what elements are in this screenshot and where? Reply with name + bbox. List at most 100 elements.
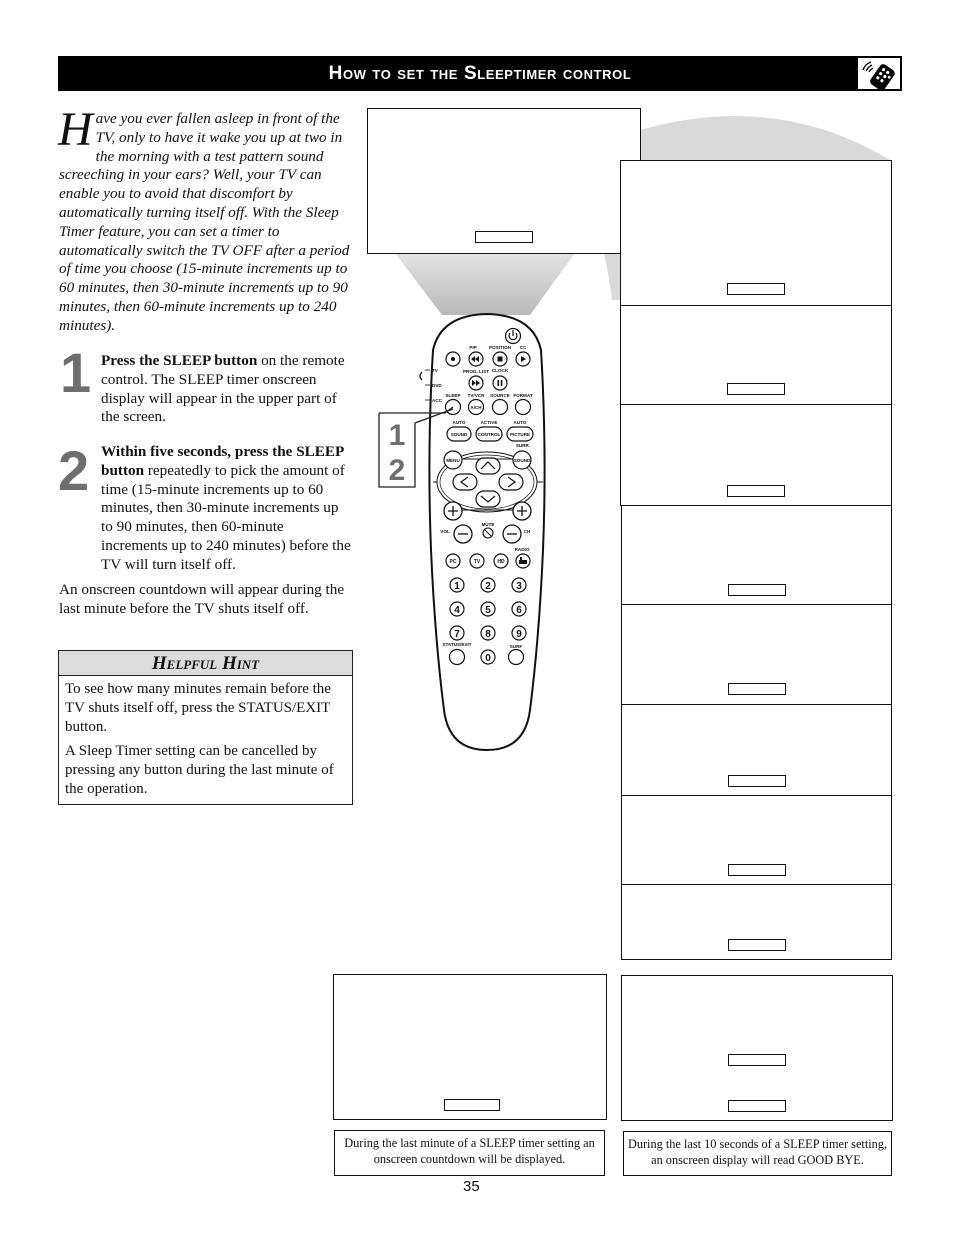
record-button[interactable]: [445, 351, 461, 367]
digit-9-button[interactable]: 9: [511, 625, 527, 641]
surround-sound-button[interactable]: SOUND: [512, 450, 532, 470]
cc-label: CC: [520, 345, 527, 350]
drop-cap: H: [58, 103, 93, 156]
page-number: 35: [463, 1178, 480, 1195]
digit-7-button[interactable]: 7: [449, 625, 465, 641]
step-1-bold: Press the SLEEP button: [101, 352, 258, 369]
format-label: FORMAT: [513, 393, 532, 398]
onscreen-display-box: [728, 1100, 786, 1112]
intro-paragraph: Have you ever fallen asleep in front of …: [58, 103, 351, 336]
svg-text:8: 8: [485, 629, 491, 640]
mute-button[interactable]: [482, 527, 494, 539]
svg-text:5: 5: [485, 605, 491, 616]
svg-text:PC: PC: [450, 559, 457, 565]
channel-up-button[interactable]: [512, 501, 532, 521]
status-exit-button[interactable]: [448, 648, 466, 666]
digit-2-button[interactable]: 2: [480, 577, 496, 593]
step-number-2: 2: [58, 439, 90, 502]
onscreen-display-box: [727, 485, 785, 497]
digit-0-button[interactable]: 0: [480, 649, 496, 665]
tv-screen-step: [620, 404, 892, 506]
onscreen-display-box: [727, 383, 785, 395]
radio-button[interactable]: [515, 553, 531, 569]
svg-text:PICTURE: PICTURE: [510, 432, 530, 437]
cursor-right-button[interactable]: [498, 473, 524, 491]
tv-screen-goodbye: [621, 975, 893, 1121]
svg-text:TV: TV: [474, 559, 481, 565]
stop-button[interactable]: [492, 351, 508, 367]
step-1-text: Press the SLEEP button on the remote con…: [101, 352, 351, 427]
svg-text:HD: HD: [497, 559, 505, 565]
onscreen-display-box: [727, 683, 786, 695]
surr-label: SURR.: [516, 443, 530, 448]
auto-picture-button[interactable]: PICTURE: [506, 426, 534, 442]
rewind-button[interactable]: [468, 351, 484, 367]
tv-screen-step: [621, 505, 892, 605]
svg-text:3: 3: [516, 581, 522, 592]
cursor-down-button[interactable]: [475, 490, 501, 508]
format-button[interactable]: [514, 398, 532, 416]
cursor-up-button[interactable]: [475, 457, 501, 475]
callout-step-1: 1: [389, 419, 406, 452]
onscreen-display-box: [727, 939, 786, 951]
digit-3-button[interactable]: 3: [511, 577, 527, 593]
callout-step-2: 2: [389, 454, 406, 487]
onscreen-display-box: [475, 231, 533, 243]
countdown-note: An onscreen countdown will appear during…: [59, 581, 345, 617]
fast-forward-button[interactable]: [468, 375, 484, 391]
tv-screen-step: [621, 884, 892, 960]
radio-label: RADIO: [515, 547, 530, 552]
surf-button[interactable]: [507, 648, 525, 666]
svg-text:0: 0: [485, 653, 491, 664]
pip-label: PIP: [469, 345, 476, 350]
svg-text:9: 9: [516, 629, 522, 640]
clock-label: CLOCK: [492, 368, 509, 373]
tv-screen-sleep-display: [367, 108, 641, 254]
tv-screen-step: [621, 604, 892, 705]
a-ch-button[interactable]: A/CH: [467, 398, 485, 416]
channel-down-button[interactable]: [502, 524, 522, 544]
mute-label: MUTE: [481, 522, 494, 527]
remote-control: PIP POSITION CC TV DVD ACC PROG. LIST CL…: [419, 312, 546, 752]
onscreen-display-box: [727, 864, 786, 876]
digit-8-button[interactable]: 8: [480, 625, 496, 641]
source-label: SOURCE: [490, 393, 510, 398]
digit-5-button[interactable]: 5: [480, 601, 496, 617]
tv-screen-step: [620, 305, 892, 405]
status-exit-label: STATUS/EXIT: [442, 642, 471, 647]
volume-down-button[interactable]: [453, 524, 473, 544]
intro-text: ave you ever fallen asleep in front of t…: [59, 110, 350, 334]
svg-text:1: 1: [454, 581, 460, 592]
onscreen-display-box: [727, 584, 786, 596]
svg-text:A/CH: A/CH: [470, 405, 482, 410]
caption-goodbye: During the last 10 seconds of a SLEEP ti…: [623, 1131, 892, 1176]
digit-1-button[interactable]: 1: [449, 577, 465, 593]
auto-picture-label: AUTO: [514, 420, 527, 425]
pause-button[interactable]: [492, 375, 508, 391]
step-2-text: Within five seconds, press the SLEEP but…: [101, 443, 351, 575]
vol-label: VOL: [440, 529, 450, 534]
position-label: POSITION: [489, 345, 512, 350]
step-number-1: 1: [60, 341, 92, 404]
surf-label: SURF: [510, 644, 523, 649]
tv-button[interactable]: TV: [469, 553, 485, 569]
digit-6-button[interactable]: 6: [511, 601, 527, 617]
digit-4-button[interactable]: 4: [449, 601, 465, 617]
tv-vcr-label: TV/VCR: [468, 393, 486, 398]
caption-countdown: During the last minute of a SLEEP timer …: [334, 1130, 605, 1176]
ch-label: CH: [524, 529, 531, 534]
hint-paragraph: A Sleep Timer setting can be cancelled b…: [65, 743, 334, 797]
helpful-hint-box: Helpful Hint To see how many minutes rem…: [58, 650, 353, 805]
source-button[interactable]: [491, 398, 509, 416]
power-button[interactable]: [504, 327, 522, 345]
remote-control-icon: [858, 58, 900, 91]
volume-up-button[interactable]: [443, 501, 463, 521]
prog-list-label: PROG. LIST: [463, 369, 489, 374]
pc-button[interactable]: PC: [445, 553, 461, 569]
play-button[interactable]: [515, 351, 531, 367]
active-control-button[interactable]: CONTROL: [475, 426, 503, 442]
hint-paragraph: To see how many minutes remain before th…: [65, 681, 331, 735]
svg-text:CONTROL: CONTROL: [478, 432, 501, 437]
onscreen-display-box: [444, 1099, 500, 1111]
hd-button[interactable]: HD: [493, 553, 509, 569]
